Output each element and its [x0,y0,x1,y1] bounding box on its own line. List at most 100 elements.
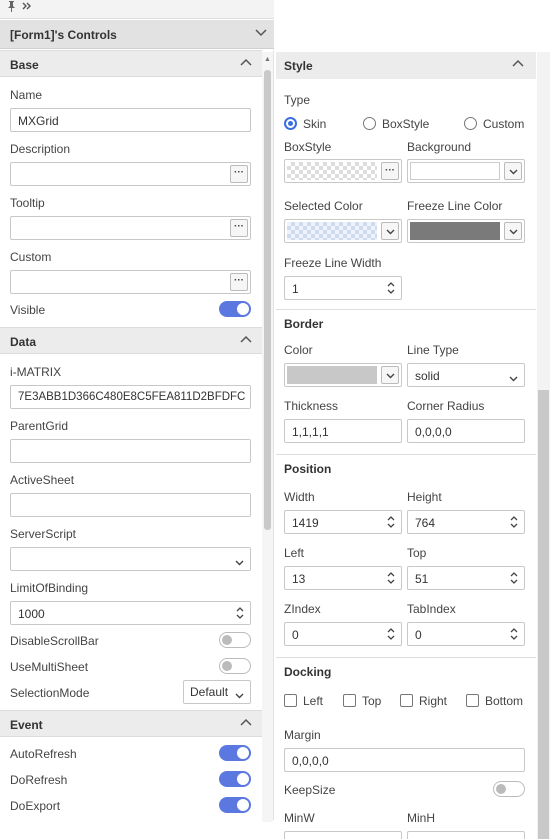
left-scrollbar-thumb[interactable] [264,70,271,530]
section-border-header[interactable]: Border [276,310,536,337]
selectionmode-value: Default [190,685,229,699]
freeze-line-color-label: Freeze Line Color [407,199,503,213]
chevron-up-icon[interactable] [240,717,252,732]
ellipsis-icon[interactable]: ··· [381,162,399,180]
section-docking-title: Docking [284,665,332,679]
background-color-picker[interactable] [407,159,525,183]
left-input[interactable]: 13 [284,566,402,590]
imatrix-input[interactable]: 7E3ABB1D366C480E8C5FEA811D2BFDFC [10,385,251,409]
section-data-header[interactable]: Data [0,327,262,354]
left-properties-panel: Base Name MXGrid Description ··· Tooltip… [0,50,274,820]
selected-color-picker[interactable] [284,219,402,243]
section-style-title: Style [284,59,313,73]
autorefresh-toggle[interactable] [219,745,251,761]
custom-ellipsis-button[interactable]: ··· [230,273,248,291]
tabindex-label: TabIndex [407,602,456,616]
number-spinner-icon[interactable] [387,514,395,533]
thickness-input[interactable]: 1,1,1,1 [284,419,402,443]
section-position-title: Position [284,462,332,476]
disablescrollbar-toggle[interactable] [219,632,251,648]
number-spinner-icon[interactable] [387,280,395,299]
dorefresh-toggle[interactable] [219,771,251,787]
chevron-down-icon[interactable] [504,222,522,240]
name-input[interactable]: MXGrid [10,108,251,132]
number-spinner-icon[interactable] [236,605,244,624]
section-style-header[interactable]: Style [276,52,536,79]
line-type-select[interactable]: solid [407,363,525,387]
zindex-input[interactable]: 0 [284,622,402,646]
freeze-line-width-input[interactable]: 1 [284,276,402,300]
background-color-swatch [410,162,500,180]
section-base-title: Base [10,58,39,72]
number-spinner-icon[interactable] [510,570,518,589]
number-spinner-icon[interactable] [387,626,395,645]
autorefresh-label: AutoRefresh [10,747,77,761]
number-spinner-icon[interactable] [387,570,395,589]
type-radio-boxstyle[interactable] [363,117,376,130]
chevron-down-icon [509,371,518,385]
chevron-down-icon[interactable] [381,366,399,384]
dock-top-checkbox[interactable] [343,694,356,707]
left-value: 13 [292,572,306,586]
number-spinner-icon[interactable] [510,626,518,645]
dock-bottom-label: Bottom [485,694,524,708]
pin-icon[interactable] [7,1,16,15]
form-controls-header[interactable]: [Form1]'s Controls [0,20,274,49]
chevron-up-icon[interactable] [512,58,524,73]
visible-toggle[interactable] [219,301,251,317]
type-radio-skin[interactable] [284,117,297,130]
dock-right-checkbox[interactable] [400,694,413,707]
margin-input[interactable]: 0,0,0,0 [284,748,525,772]
parentgrid-input[interactable] [10,439,251,463]
dock-left-checkbox[interactable] [284,694,297,707]
chevron-down-icon[interactable] [504,162,522,180]
usemultisheet-toggle[interactable] [219,658,251,674]
keepsize-toggle[interactable] [493,781,525,797]
number-spinner-icon[interactable] [510,514,518,533]
top-input[interactable]: 51 [407,566,525,590]
right-scrollbar[interactable] [537,52,550,839]
chevron-up-icon[interactable] [240,334,252,349]
limitofbinding-input[interactable]: 1000 [10,601,251,625]
height-input[interactable]: 764 [407,510,525,534]
right-properties-panel: Style Type Skin BoxStyle Custom BoxStyle… [276,52,536,839]
double-chevron-right-icon[interactable] [22,0,32,14]
section-docking-header[interactable]: Docking [276,658,536,685]
chevron-down-icon[interactable] [381,222,399,240]
description-ellipsis-button[interactable]: ··· [230,165,248,183]
serverscript-select[interactable] [10,547,251,571]
selectionmode-label: SelectionMode [10,686,90,700]
section-event-header[interactable]: Event [0,710,262,737]
section-base-header[interactable]: Base [0,50,262,77]
custom-input[interactable]: ··· [10,270,251,294]
serverscript-label: ServerScript [10,527,77,541]
chevron-down-icon[interactable] [255,26,267,41]
tooltip-ellipsis-button[interactable]: ··· [230,219,248,237]
type-radio-custom[interactable] [464,117,477,130]
activesheet-input[interactable] [10,493,251,517]
top-value: 51 [415,572,429,586]
description-input[interactable]: ··· [10,162,251,186]
border-color-picker[interactable] [284,363,402,387]
tabindex-input[interactable]: 0 [407,622,525,646]
scroll-up-icon[interactable]: ▲ [264,56,271,63]
doexport-toggle[interactable] [219,797,251,813]
tooltip-input[interactable]: ··· [10,216,251,240]
type-option-custom: Custom [483,117,525,131]
section-border-title: Border [284,317,324,331]
type-option-skin: Skin [303,117,327,131]
minh-input[interactable] [407,831,525,839]
chevron-up-icon[interactable] [240,57,252,72]
corner-radius-input[interactable]: 0,0,0,0 [407,419,525,443]
freeze-line-color-picker[interactable] [407,219,525,243]
left-scrollbar[interactable]: ▲ [262,52,273,822]
boxstyle-picker[interactable]: ··· [284,159,402,183]
right-scrollbar-thumb[interactable] [538,390,549,839]
dock-bottom-checkbox[interactable] [466,694,479,707]
form-controls-title: [Form1]'s Controls [10,28,117,42]
section-position-header[interactable]: Position [276,455,536,482]
minw-input[interactable] [284,831,402,839]
border-color-label: Color [284,343,313,357]
selectionmode-select[interactable]: Default [183,680,251,704]
width-input[interactable]: 1419 [284,510,402,534]
